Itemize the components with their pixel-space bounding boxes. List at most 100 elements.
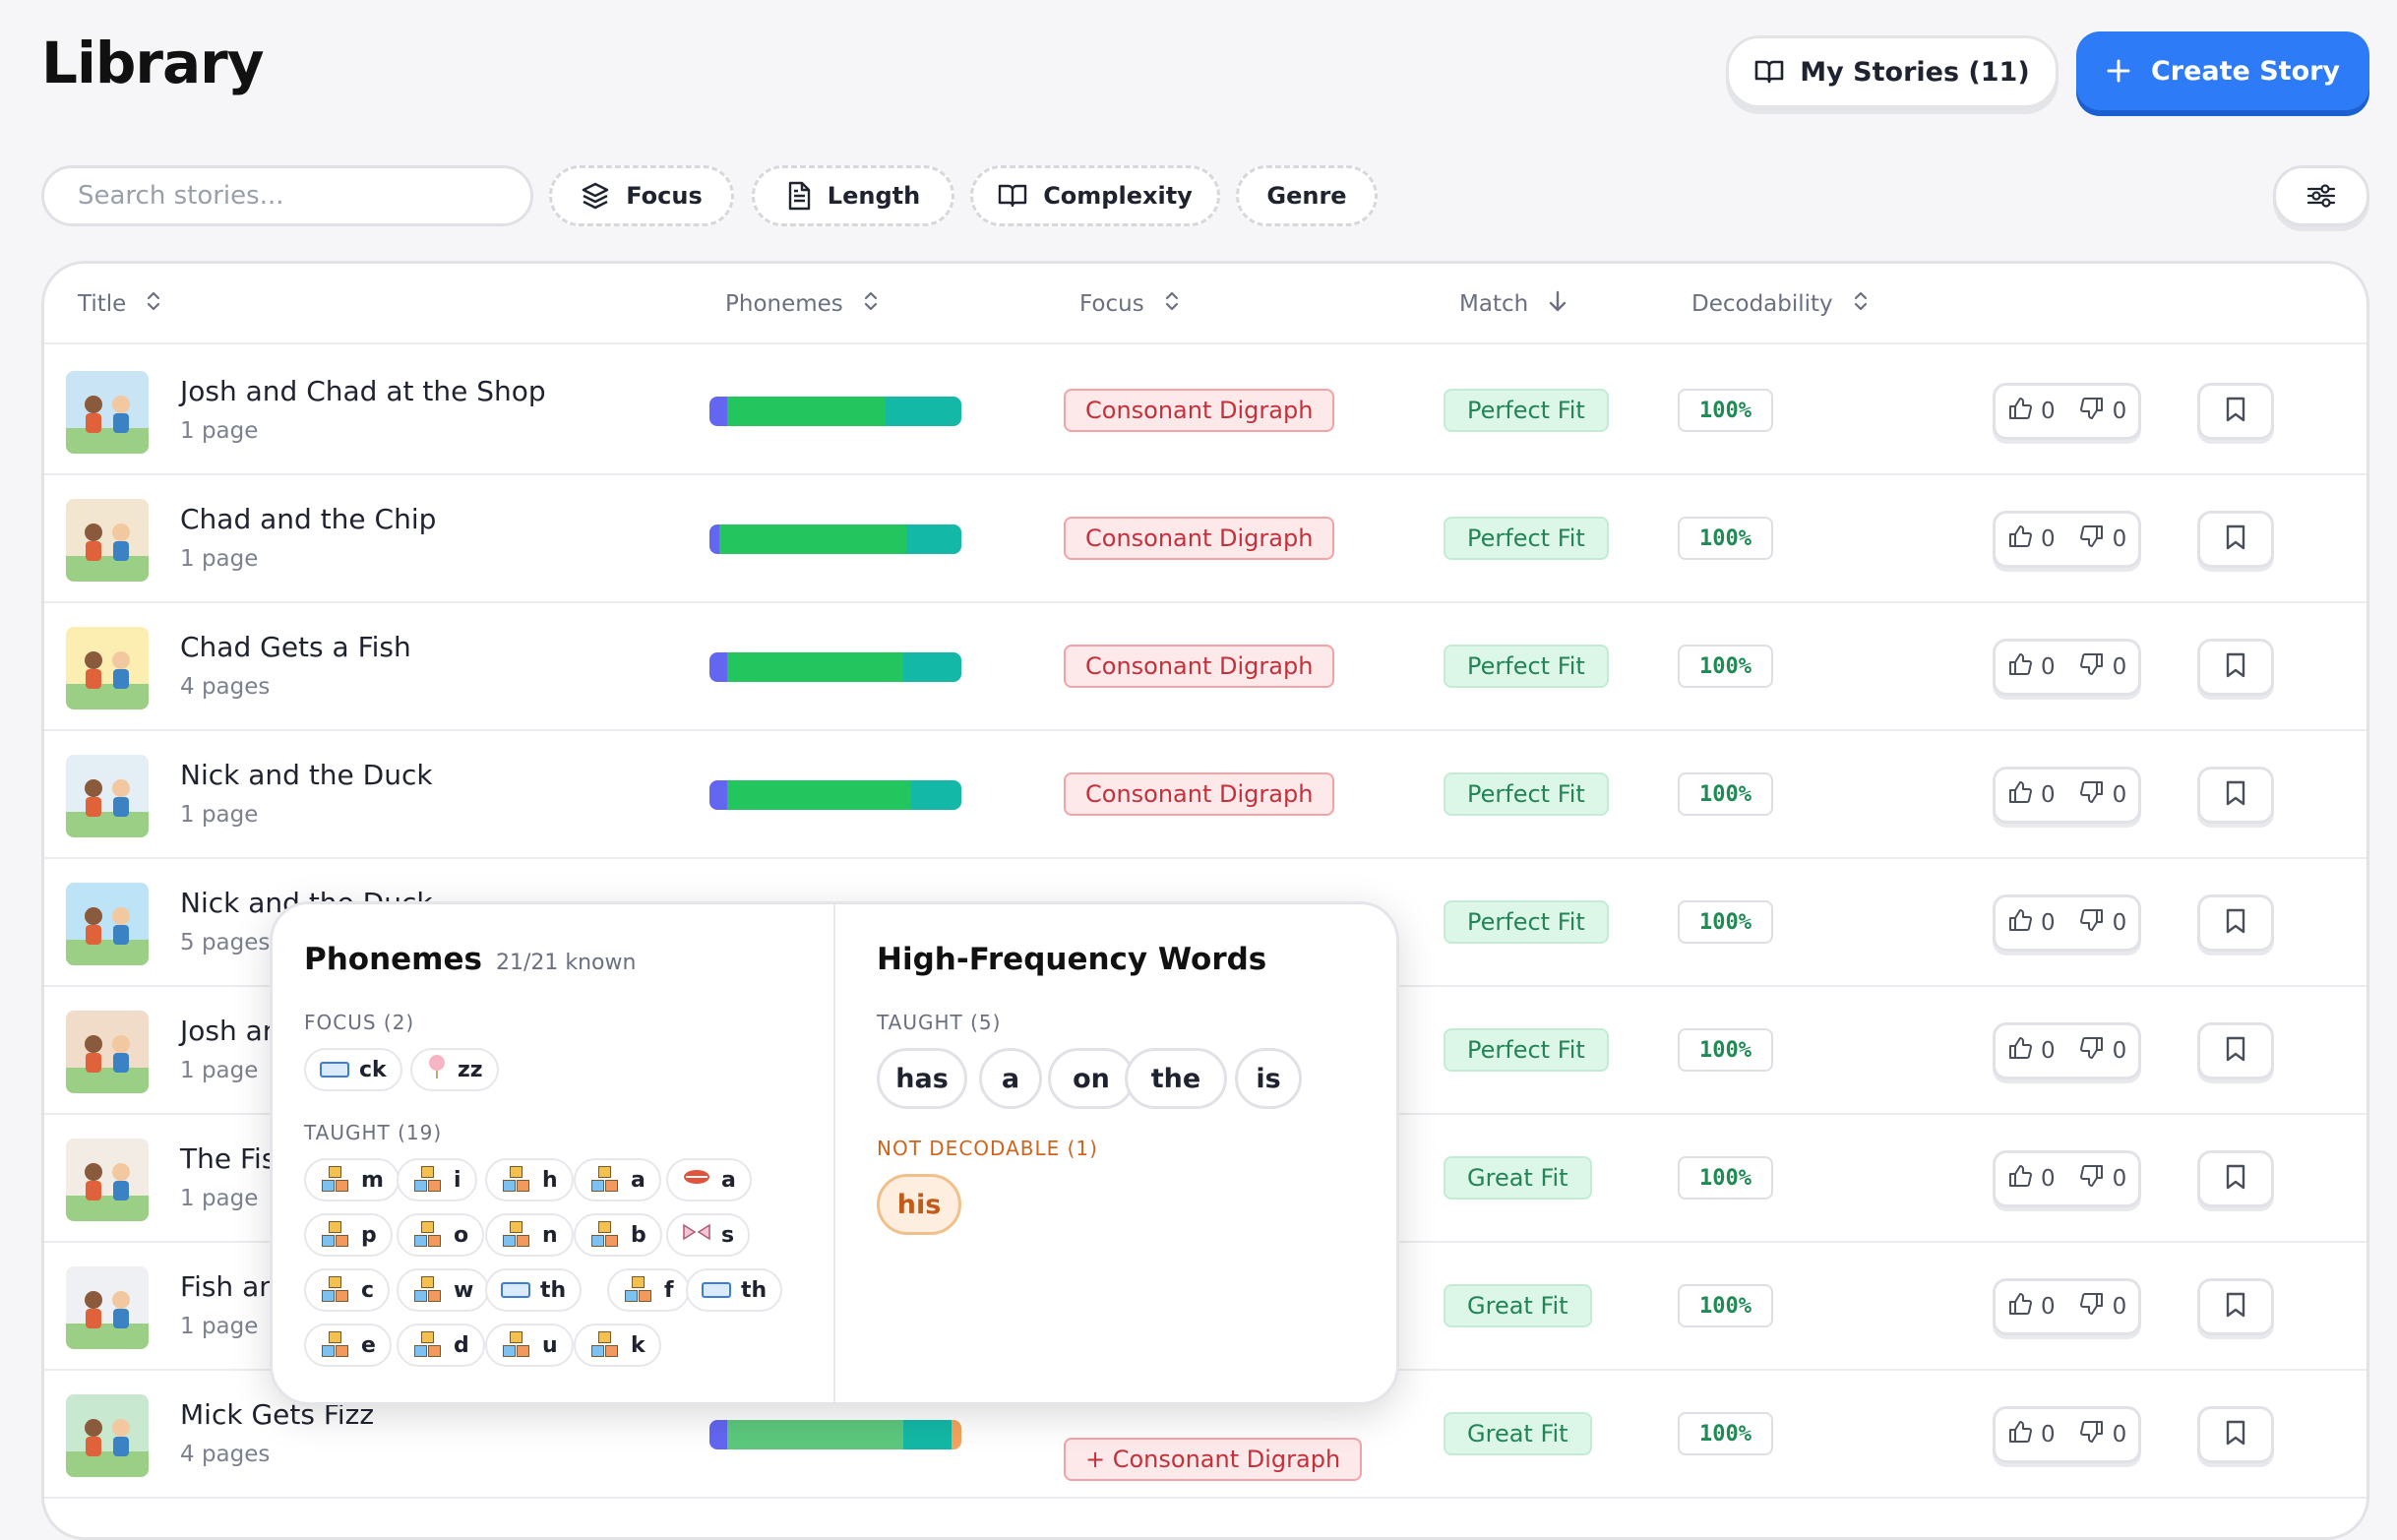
story-title[interactable]: Josh an xyxy=(180,1015,280,1047)
story-title[interactable]: Chad and the Chip xyxy=(180,503,436,535)
table-row[interactable]: Chad and the Chip 1 page Consonant Digraph… xyxy=(44,475,2366,603)
taught-phoneme-chip[interactable]: k xyxy=(574,1324,661,1367)
bookmark-button[interactable] xyxy=(2197,894,2274,952)
column-phonemes-label: Phonemes xyxy=(725,291,843,317)
taught-phoneme-chip[interactable]: o xyxy=(397,1213,485,1257)
upvote-button[interactable]: 0 xyxy=(1996,1409,2067,1460)
phoneme-bar-segment xyxy=(886,397,961,426)
thumbs-up-icon xyxy=(2007,907,2033,939)
story-title[interactable]: Nick and the Duck xyxy=(180,759,433,791)
bookmark-button[interactable] xyxy=(2197,639,2274,696)
downvote-button[interactable]: 0 xyxy=(2067,770,2139,821)
story-title[interactable]: Fish an xyxy=(180,1270,277,1303)
bookmark-button[interactable] xyxy=(2197,1150,2274,1207)
upvote-button[interactable]: 0 xyxy=(1996,1281,2067,1332)
hfw-chip[interactable]: on xyxy=(1048,1048,1135,1109)
bookmark-button[interactable] xyxy=(2197,511,2274,568)
taught-phoneme-chip[interactable]: n xyxy=(485,1213,574,1257)
taught-phoneme-chip[interactable]: p xyxy=(304,1213,393,1257)
phonemes-known-count: 21/21 known xyxy=(495,951,637,975)
story-title[interactable]: Josh and Chad at the Shop xyxy=(180,375,546,407)
hfw-chip[interactable]: a xyxy=(979,1048,1042,1109)
phoneme-bar[interactable] xyxy=(709,780,961,810)
downvote-button[interactable]: 0 xyxy=(2067,386,2139,437)
upvote-count: 0 xyxy=(2041,1422,2056,1448)
hfw-chip[interactable]: is xyxy=(1235,1048,1302,1109)
taught-phoneme-chip[interactable]: u xyxy=(485,1324,574,1367)
focus-phoneme-chip[interactable]: ck xyxy=(304,1048,402,1091)
taught-phoneme-chip[interactable]: c xyxy=(304,1268,391,1312)
taught-phoneme-chip[interactable]: a xyxy=(666,1158,752,1201)
my-stories-button[interactable]: My Stories (11) xyxy=(1726,35,2059,108)
downvote-button[interactable]: 0 xyxy=(2067,1281,2139,1332)
downvote-button[interactable]: 0 xyxy=(2067,1025,2139,1077)
bow-tie-icon xyxy=(682,1222,711,1248)
taught-phoneme-chip[interactable]: d xyxy=(397,1324,485,1367)
taught-phoneme-chip[interactable]: th xyxy=(686,1268,783,1312)
upvote-button[interactable]: 0 xyxy=(1996,897,2067,949)
abc-blocks-icon xyxy=(320,1221,351,1249)
taught-phoneme-chip[interactable]: a xyxy=(574,1158,661,1201)
taught-phoneme-chip[interactable]: f xyxy=(607,1268,690,1312)
thumbs-up-icon xyxy=(2007,651,2033,683)
upvote-button[interactable]: 0 xyxy=(1996,770,2067,821)
search-input[interactable]: Search stories... xyxy=(41,165,533,226)
phoneme-bar-segment xyxy=(709,524,720,554)
column-decodability[interactable]: Decodability xyxy=(1691,264,1869,344)
downvote-button[interactable]: 0 xyxy=(2067,514,2139,565)
taught-phoneme-chip[interactable]: th xyxy=(485,1268,583,1312)
column-phonemes[interactable]: Phonemes xyxy=(725,264,879,344)
bookmark-button[interactable] xyxy=(2197,1406,2274,1463)
downvote-button[interactable]: 0 xyxy=(2067,642,2139,693)
search-placeholder: Search stories... xyxy=(78,181,284,211)
phoneme-bar[interactable] xyxy=(709,397,961,426)
hfw-chip[interactable]: the xyxy=(1125,1048,1227,1109)
upvote-button[interactable]: 0 xyxy=(1996,1153,2067,1204)
bookmark-button[interactable] xyxy=(2197,767,2274,824)
decodability-badge: 100% xyxy=(1678,1412,1773,1455)
taught-phoneme-chip[interactable]: s xyxy=(666,1213,751,1257)
taught-phoneme-chip[interactable]: m xyxy=(304,1158,400,1201)
create-story-button[interactable]: Create Story xyxy=(2076,31,2369,110)
phoneme-bar[interactable] xyxy=(709,1420,961,1449)
column-match[interactable]: Match xyxy=(1459,264,1567,344)
story-title[interactable]: Chad Gets a Fish xyxy=(180,631,411,663)
filter-chip-length[interactable]: Length xyxy=(752,165,954,226)
hfw-not-decodable-chip[interactable]: his xyxy=(877,1174,961,1235)
column-focus[interactable]: Focus xyxy=(1079,264,1180,344)
taught-phoneme-chip[interactable]: h xyxy=(485,1158,574,1201)
story-title[interactable]: The Fis xyxy=(180,1142,276,1175)
hfw-chip[interactable]: has xyxy=(877,1048,967,1109)
downvote-button[interactable]: 0 xyxy=(2067,1409,2139,1460)
advanced-filter-button[interactable] xyxy=(2273,165,2369,226)
taught-phoneme-chip[interactable]: i xyxy=(397,1158,477,1201)
taught-phoneme-chip[interactable]: b xyxy=(574,1213,662,1257)
upvote-button[interactable]: 0 xyxy=(1996,642,2067,693)
phoneme-bar-segment xyxy=(905,524,961,554)
upvote-button[interactable]: 0 xyxy=(1996,1025,2067,1077)
taught-phoneme-chip[interactable]: w xyxy=(397,1268,490,1312)
abc-blocks-icon xyxy=(501,1166,532,1194)
decodability-badge: 100% xyxy=(1678,1156,1773,1200)
phoneme-bar[interactable] xyxy=(709,524,961,554)
downvote-button[interactable]: 0 xyxy=(2067,1153,2139,1204)
phoneme-bar[interactable] xyxy=(709,652,961,682)
abc-blocks-icon xyxy=(412,1221,444,1249)
filter-chip-genre[interactable]: Genre xyxy=(1236,165,1378,226)
upvote-button[interactable]: 0 xyxy=(1996,514,2067,565)
bookmark-button[interactable] xyxy=(2197,1022,2274,1079)
upvote-button[interactable]: 0 xyxy=(1996,386,2067,437)
abc-blocks-icon xyxy=(501,1331,532,1359)
hfw-not-decodable-label: NOT DECODABLE (1) xyxy=(877,1137,1098,1160)
downvote-button[interactable]: 0 xyxy=(2067,897,2139,949)
bookmark-button[interactable] xyxy=(2197,383,2274,440)
bookmark-button[interactable] xyxy=(2197,1278,2274,1335)
filter-chip-focus[interactable]: Focus xyxy=(549,165,734,226)
table-row[interactable]: Chad Gets a Fish 4 pages Consonant Digraph… xyxy=(44,603,2366,731)
table-row[interactable]: Nick and the Duck 1 page Consonant Digraph… xyxy=(44,731,2366,859)
focus-phoneme-chip[interactable]: zz xyxy=(410,1048,499,1091)
filter-chip-complexity[interactable]: Complexity xyxy=(970,165,1220,226)
column-title[interactable]: Title xyxy=(78,264,161,344)
taught-phoneme-chip[interactable]: e xyxy=(304,1324,392,1367)
table-row[interactable]: Josh and Chad at the Shop 1 page Consonant… xyxy=(44,347,2366,475)
